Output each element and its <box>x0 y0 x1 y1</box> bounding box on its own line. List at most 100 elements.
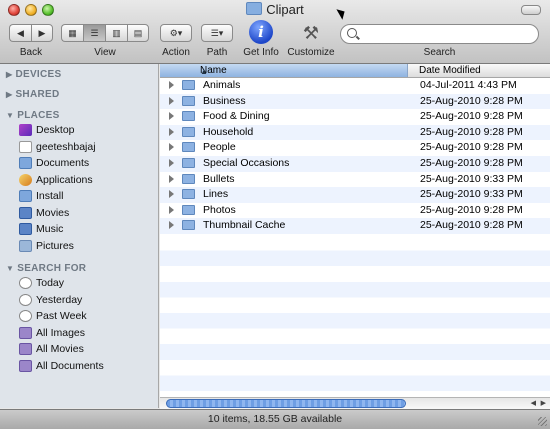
table-row[interactable]: Photos 25-Aug-2010 9:28 PM <box>160 203 550 219</box>
table-row[interactable]: Lines 25-Aug-2010 9:33 PM <box>160 187 550 203</box>
disclosure-triangle-icon: ▶ <box>6 90 13 99</box>
sidebar-heading-label: DEVICES <box>15 69 62 80</box>
scroll-right-arrow-icon[interactable]: ▶ <box>541 399 546 407</box>
back-button[interactable]: ◀ <box>9 24 31 42</box>
disclosure-triangle-icon[interactable] <box>169 81 174 89</box>
sidebar-item-home[interactable]: geeteshbajaj <box>19 139 96 155</box>
back-label: Back <box>19 47 43 58</box>
disclosure-triangle-icon: ▶ <box>6 70 13 79</box>
get-info-label: Get Info <box>243 47 279 58</box>
table-row[interactable]: Animals 04-Jul-2011 4:43 PM <box>160 78 550 94</box>
file-name: People <box>203 141 236 154</box>
folder-icon <box>182 126 195 137</box>
disclosure-triangle-icon[interactable] <box>169 221 174 230</box>
sidebar-section-devices[interactable]: ▶ DEVICES <box>6 69 61 80</box>
sidebar-item-today[interactable]: Today <box>19 275 64 291</box>
table-row[interactable]: Special Occasions 25-Aug-2010 9:28 PM <box>160 155 550 172</box>
sidebar-item-pictures[interactable]: Pictures <box>19 238 74 254</box>
folder-icon <box>182 80 195 90</box>
table-row[interactable]: Bullets 25-Aug-2010 9:33 PM <box>160 172 550 188</box>
sidebar-item-label: All Documents <box>36 360 104 372</box>
scrollbar-thumb[interactable] <box>166 399 406 408</box>
table-row[interactable]: Business 25-Aug-2010 9:28 PM <box>160 93 550 110</box>
sidebar-section-places[interactable]: ▼ PLACES <box>6 110 60 121</box>
search-field[interactable] <box>340 24 539 44</box>
customize-label: Customize <box>287 47 335 58</box>
icon-view-button[interactable]: ▦ <box>61 24 83 42</box>
file-date: 25-Aug-2010 9:28 PM <box>420 203 523 216</box>
folder-icon <box>182 204 195 215</box>
file-name: Household <box>203 125 254 138</box>
sidebar-item-past-week[interactable]: Past Week <box>19 308 87 324</box>
sidebar-item-install[interactable]: Install <box>19 188 63 204</box>
sidebar-item-all-documents[interactable]: All Documents <box>19 358 104 374</box>
sidebar-item-yesterday[interactable]: Yesterday <box>19 292 82 308</box>
sidebar-section-shared[interactable]: ▶ SHARED <box>6 89 59 100</box>
file-name: Lines <box>203 188 229 201</box>
folder-icon <box>182 142 195 153</box>
table-row[interactable]: People 25-Aug-2010 9:28 PM <box>160 140 550 156</box>
path-group: ☰▾ <box>201 24 233 42</box>
resize-grip-icon[interactable] <box>538 417 547 426</box>
path-button[interactable]: ☰▾ <box>201 24 233 42</box>
disclosure-triangle-icon[interactable] <box>169 143 174 152</box>
file-name: Photos <box>203 203 236 216</box>
disclosure-triangle-icon: ▼ <box>6 264 15 273</box>
list-view-button[interactable]: ☰ <box>83 24 105 42</box>
coverflow-view-button[interactable]: ▤ <box>127 24 149 42</box>
disclosure-triangle-icon[interactable] <box>169 205 174 214</box>
sidebar-item-documents[interactable]: Documents <box>19 155 89 171</box>
finder-window: Clipart ◀ ▶ Back ▦ ☰ ▥ ▤ View ⚙▾ Action … <box>0 0 550 429</box>
sidebar-item-desktop[interactable]: Desktop <box>19 122 75 138</box>
customize-button[interactable]: ⚒ <box>299 22 323 44</box>
clock-icon <box>19 294 32 306</box>
sidebar-item-label: Today <box>36 277 65 289</box>
documents-icon <box>19 157 32 169</box>
table-row[interactable]: Thumbnail Cache 25-Aug-2010 9:28 PM <box>160 218 550 234</box>
action-button[interactable]: ⚙▾ <box>160 24 192 42</box>
disclosure-triangle-icon[interactable] <box>169 190 174 199</box>
file-list: Name ▲ Date Modified Animals 04-Jul-2011 … <box>160 64 550 398</box>
file-date: 25-Aug-2010 9:33 PM <box>420 172 523 185</box>
search-label: Search <box>423 47 456 58</box>
sort-ascending-icon: ▲ <box>200 67 208 76</box>
back-forward-group: ◀ ▶ <box>9 24 53 42</box>
sidebar-item-applications[interactable]: Applications <box>19 172 93 188</box>
name-column-header[interactable]: Name ▲ <box>160 64 408 77</box>
disclosure-triangle-icon[interactable] <box>169 127 174 136</box>
toolbar: Clipart ◀ ▶ Back ▦ ☰ ▥ ▤ View ⚙▾ Action … <box>0 0 550 64</box>
disclosure-triangle-icon[interactable] <box>169 174 174 183</box>
get-info-button[interactable]: i <box>249 20 273 44</box>
sidebar-item-all-images[interactable]: All Images <box>19 325 85 341</box>
column-header: Name ▲ Date Modified <box>160 64 550 78</box>
sidebar-item-all-movies[interactable]: All Movies <box>19 341 84 357</box>
sidebar-item-music[interactable]: Music <box>19 221 63 237</box>
sidebar-item-label: All Movies <box>36 343 84 355</box>
empty-list-area[interactable] <box>160 235 550 398</box>
sidebar-item-label: Applications <box>36 174 93 186</box>
file-name: Thumbnail Cache <box>203 219 286 232</box>
search-icon <box>347 28 357 38</box>
table-row[interactable]: Food & Dining 25-Aug-2010 9:28 PM <box>160 109 550 125</box>
smart-folder-icon <box>19 327 32 339</box>
column-view-button[interactable]: ▥ <box>105 24 127 42</box>
forward-button[interactable]: ▶ <box>31 24 53 42</box>
sidebar-item-movies[interactable]: Movies <box>19 205 69 221</box>
view-group: ▦ ☰ ▥ ▤ <box>61 24 149 42</box>
home-icon <box>19 141 32 153</box>
file-date: 25-Aug-2010 9:33 PM <box>420 188 523 201</box>
search-input[interactable] <box>359 27 535 43</box>
table-row[interactable]: Household 25-Aug-2010 9:28 PM <box>160 124 550 141</box>
disclosure-triangle-icon[interactable] <box>169 158 174 167</box>
file-name: Special Occasions <box>203 156 290 169</box>
date-modified-column-header[interactable]: Date Modified <box>419 64 481 77</box>
toolbar-toggle-button[interactable] <box>521 5 541 15</box>
path-icon: ☰▾ <box>210 27 224 38</box>
sidebar-heading-label: SHARED <box>15 89 60 100</box>
horizontal-scrollbar[interactable]: ◀ ▶ <box>160 397 550 409</box>
disclosure-triangle-icon[interactable] <box>169 112 174 121</box>
file-name: Business <box>203 94 246 107</box>
disclosure-triangle-icon[interactable] <box>169 96 174 105</box>
scroll-left-arrow-icon[interactable]: ◀ <box>531 399 536 407</box>
sidebar-section-search-for[interactable]: ▼ SEARCH FOR <box>6 263 86 274</box>
